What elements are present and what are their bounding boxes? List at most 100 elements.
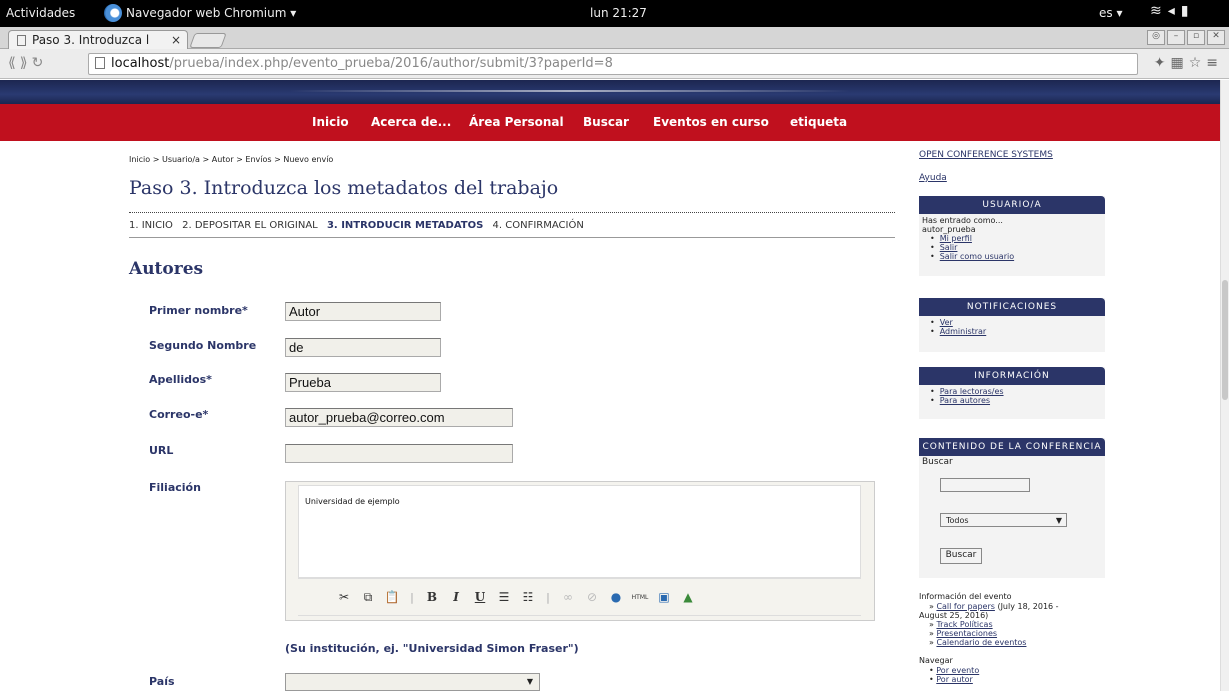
step-4: 4. CONFIRMACIÓN xyxy=(492,220,584,231)
nav-area-personal[interactable]: Área Personal xyxy=(469,115,564,129)
list-item[interactable]: Salir xyxy=(930,243,1102,252)
sidebar-search-button[interactable]: Buscar xyxy=(940,548,982,564)
country-select[interactable]: ▼ xyxy=(285,673,540,691)
track-policies-link[interactable]: Track Políticas xyxy=(936,620,992,629)
my-profile-link[interactable]: Mi perfil xyxy=(940,234,972,243)
main-navigation: Inicio Acerca de... Área Personal Buscar… xyxy=(0,104,1220,141)
minimize-icon[interactable]: – xyxy=(1167,30,1185,45)
system-status-icons[interactable]: ≋◂▮ xyxy=(1150,3,1194,19)
first-name-input[interactable]: Autor xyxy=(285,302,441,321)
nav-eventos-en-curso[interactable]: Eventos en curso xyxy=(653,115,769,129)
list-item[interactable]: » Presentaciones xyxy=(929,629,997,638)
html-source-icon[interactable]: HTML xyxy=(628,594,652,601)
list-item[interactable]: • Por autor xyxy=(929,675,973,684)
unlink-icon[interactable]: ⊘ xyxy=(580,590,604,604)
numbered-list-icon[interactable]: ☷ xyxy=(516,590,540,604)
email-input[interactable]: autor_prueba@correo.com xyxy=(285,408,513,427)
underline-icon[interactable]: U xyxy=(468,590,492,604)
nav-acerca-de[interactable]: Acerca de... xyxy=(371,115,451,129)
list-item[interactable]: Para autores xyxy=(930,396,1102,405)
logout-as-user-link[interactable]: Salir como usuario xyxy=(940,252,1014,261)
battery-icon: ▮ xyxy=(1180,3,1195,19)
address-bar[interactable]: localhost/prueba/index.php/evento_prueba… xyxy=(88,53,1138,75)
image-upload-icon[interactable]: ▲ xyxy=(676,590,700,604)
scrollbar-thumb[interactable] xyxy=(1222,280,1228,400)
last-name-input[interactable]: Prueba xyxy=(285,373,441,392)
dropdown-arrow-icon: ▼ xyxy=(1055,516,1062,525)
copy-icon[interactable]: ⧉ xyxy=(356,590,380,605)
bookmark-star-icon[interactable]: ☆ xyxy=(1189,55,1207,71)
affiliation-label: Filiación xyxy=(149,481,201,494)
help-link[interactable]: Ayuda xyxy=(919,173,947,183)
page-info-icon[interactable] xyxy=(95,57,105,69)
middle-name-input[interactable]: de xyxy=(285,338,441,357)
list-item[interactable]: Administrar xyxy=(930,327,1102,336)
view-notifications-link[interactable]: Ver xyxy=(940,318,953,327)
step-2[interactable]: 2. DEPOSITAR EL ORIGINAL xyxy=(182,220,318,231)
menu-icon[interactable]: ≡ xyxy=(1206,55,1223,71)
page-icon xyxy=(17,34,26,46)
nav-inicio[interactable]: Inicio xyxy=(312,115,349,129)
browse-by-author-link[interactable]: Por autor xyxy=(936,675,973,684)
cut-icon[interactable]: ✂ xyxy=(332,590,356,604)
list-item[interactable]: Ver xyxy=(930,318,1102,327)
list-item[interactable]: Para lectoras/es xyxy=(930,387,1102,396)
app-menu[interactable]: Navegador web Chromium ▾ xyxy=(104,4,296,22)
nav-etiqueta[interactable]: etiqueta xyxy=(790,115,847,129)
list-item[interactable]: Salir como usuario xyxy=(930,252,1102,261)
manage-notifications-link[interactable]: Administrar xyxy=(940,327,987,336)
page-scrollbar[interactable] xyxy=(1220,80,1229,691)
breadcrumb[interactable]: Inicio > Usuario/a > Autor > Envíos > Nu… xyxy=(129,155,333,164)
keyboard-language-menu[interactable]: es ▾ xyxy=(1099,6,1122,20)
tab-title: Paso 3. Introduzca l xyxy=(32,33,150,47)
call-for-papers-link[interactable]: Call for papers xyxy=(936,602,994,611)
ocs-brand-link[interactable]: OPEN CONFERENCE SYSTEMS xyxy=(919,150,1053,160)
page-title: Paso 3. Introduzca los metadatos del tra… xyxy=(129,177,559,199)
event-calendar-link[interactable]: Calendario de eventos xyxy=(936,638,1026,647)
clock[interactable]: lun 21:27 xyxy=(590,6,647,20)
information-block-title: INFORMACIÓN xyxy=(919,367,1105,385)
paste-icon[interactable]: 📋 xyxy=(380,590,404,604)
step-1[interactable]: 1. INICIO xyxy=(129,220,173,231)
forward-icon[interactable]: ⟫ xyxy=(20,55,32,71)
list-item[interactable]: » Track Políticas xyxy=(929,620,993,629)
new-tab-button[interactable] xyxy=(189,33,227,48)
list-item[interactable]: » Calendario de eventos xyxy=(929,638,1026,647)
list-item[interactable]: • Por evento xyxy=(929,666,979,675)
italic-icon[interactable]: I xyxy=(444,590,468,604)
translate-icon[interactable]: ▦ xyxy=(1170,55,1188,71)
maximize-icon[interactable]: ▫ xyxy=(1187,30,1205,45)
url-input[interactable] xyxy=(285,444,513,463)
browser-tab[interactable]: Paso 3. Introduzca l × xyxy=(8,30,188,49)
close-tab-icon[interactable]: × xyxy=(171,33,181,47)
toolbar-separator: | xyxy=(410,590,414,604)
nav-buscar[interactable]: Buscar xyxy=(583,115,629,129)
bullet-list-icon[interactable]: ☰ xyxy=(492,590,516,604)
search-scope-select[interactable]: Todos ▼ xyxy=(940,513,1067,527)
event-dates-start: (July 18, 2016 - xyxy=(997,602,1059,611)
for-readers-link[interactable]: Para lectoras/es xyxy=(940,387,1004,396)
activities-button[interactable]: Actividades xyxy=(6,6,75,20)
toolbar-separator: | xyxy=(546,590,550,604)
reload-icon[interactable]: ↻ xyxy=(32,55,48,71)
profile-icon[interactable]: ◎ xyxy=(1147,30,1165,45)
user-block-title: USUARIO/A xyxy=(919,196,1105,214)
browse-by-event-link[interactable]: Por evento xyxy=(936,666,979,675)
link-icon[interactable]: ∞ xyxy=(556,590,580,604)
presentations-link[interactable]: Presentaciones xyxy=(936,629,997,638)
banner-swoosh xyxy=(290,90,850,92)
list-item[interactable]: Mi perfil xyxy=(930,234,1102,243)
sidebar-search-input[interactable] xyxy=(940,478,1030,492)
fullscreen-icon[interactable]: ▣ xyxy=(652,590,676,604)
bold-icon[interactable]: B xyxy=(420,590,444,604)
user-block: USUARIO/A Has entrado como... autor_prue… xyxy=(919,196,1105,276)
affiliation-textarea[interactable]: Universidad de ejemplo xyxy=(298,485,861,578)
logout-link[interactable]: Salir xyxy=(940,243,958,252)
volume-icon: ◂ xyxy=(1167,3,1181,19)
back-icon[interactable]: ⟪ xyxy=(8,55,20,71)
for-authors-link[interactable]: Para autores xyxy=(940,396,990,405)
help-icon[interactable]: ● xyxy=(604,590,628,604)
site-banner xyxy=(0,80,1220,104)
extension-icon[interactable]: ✦ xyxy=(1154,55,1171,71)
close-window-icon[interactable]: ✕ xyxy=(1207,30,1225,45)
